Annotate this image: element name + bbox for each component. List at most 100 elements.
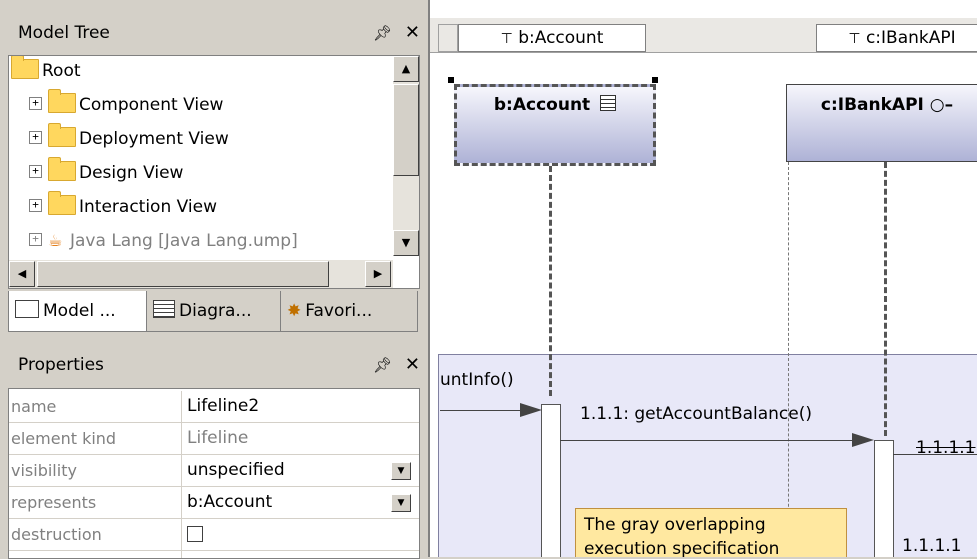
tree-item-design-view[interactable]: + Design View [29,157,184,188]
tree-item-java-lang[interactable]: + ☕ Java Lang [Java Lang.ump] [29,226,298,256]
property-value: Lifeline [187,428,249,448]
selection-handle[interactable] [652,77,658,83]
property-value[interactable]: Lifeline2 [187,391,259,422]
lifeline-b-account-line [549,166,552,396]
tree-item-root[interactable]: Root [11,56,81,86]
message-label[interactable]: 1.1.1.1 [916,438,975,458]
lifeline-icon: ⊤ [848,31,861,47]
execution-specification-b-account[interactable] [541,404,561,557]
property-key: represents [11,487,182,518]
expand-icon[interactable]: + [29,164,42,178]
scroll-thumb[interactable] [393,84,419,176]
tab-diagram-tree[interactable]: Diagra... [146,291,286,332]
message-arrowhead-icon [520,403,542,417]
message-label[interactable]: 1.1.1.1 [902,536,961,556]
lifeline-label: c:IBankAPI [820,95,924,115]
java-package-icon: ☕ [48,231,63,250]
gray-execution-boundary [788,162,789,557]
dropdown-arrow-icon[interactable]: ▼ [391,462,411,480]
property-key [11,551,182,558]
header-tab-c-ibankapi[interactable]: ⊤ c:IBankAPI [816,24,977,52]
message-line[interactable] [893,454,977,455]
tree-horizontal-scrollbar[interactable]: ◀ ▶ [9,260,393,288]
properties-title: Properties [18,355,104,375]
header-tab-label: c:IBankAPI [865,28,956,48]
expand-icon[interactable]: + [29,232,42,246]
scroll-up-icon[interactable]: ▲ [393,56,419,82]
scroll-down-icon[interactable]: ▼ [393,230,419,256]
header-spacer [438,24,458,52]
header-tab-label: b:Account [518,28,604,48]
property-row-element-kind: element kind Lifeline [9,423,419,455]
tree-item-label: Deployment View [79,129,229,149]
close-icon[interactable]: ✕ [405,350,420,380]
property-key: element kind [11,423,182,454]
lifeline-label: b:Account [493,95,591,115]
tree-item-label: Interaction View [79,197,217,217]
diagram-tree-icon [153,300,175,318]
execution-specification-c-ibankapi[interactable] [874,440,894,557]
sequence-diagram-canvas[interactable]: ⊤ b:Account ⊤ c:IBankAPI b:Account c:IBa… [428,0,977,557]
property-row-represents[interactable]: represents b:Account ▼ [9,487,419,519]
expand-icon[interactable]: + [29,198,42,212]
tree-item-label: Component View [79,95,224,115]
property-key: destruction [11,519,182,550]
tree-item-interaction-view[interactable]: + Interaction View [29,191,217,222]
property-row-destruction[interactable]: destruction [9,519,419,551]
scroll-right-icon[interactable]: ▶ [365,261,391,287]
selection-handle[interactable] [448,77,454,83]
message-arrowhead-icon [852,433,874,447]
folder-icon [48,191,76,215]
tree-item-label: Root [42,61,81,81]
tree-item-label: Java Lang [Java Lang.ump] [70,231,298,251]
scroll-thumb[interactable] [37,261,329,287]
folder-icon [48,157,76,181]
left-panel: Model Tree 📌︎ ✕ Root + Component View + De… [0,0,426,559]
message-line[interactable] [560,440,860,441]
property-value[interactable]: b:Account [187,487,272,518]
favorites-icon: ✸ [287,301,302,321]
model-tree-tabs: Model ... Diagra... ✸ Favori... [8,291,418,335]
property-key: visibility [11,455,182,486]
pin-icon[interactable]: 📌︎ [373,18,392,48]
header-tab-b-account[interactable]: ⊤ b:Account [458,24,646,52]
model-tree-titlebar: Model Tree 📌︎ ✕ [8,18,426,48]
message-label[interactable]: untInfo() [440,370,514,390]
tree-item-deployment-view[interactable]: + Deployment View [29,123,229,154]
lifeline-icon: ⊤ [500,31,513,47]
model-tree-title: Model Tree [18,23,110,43]
tree-vertical-scrollbar[interactable]: ▲ ▼ [393,56,419,256]
lifeline-c-ibankapi-line [884,162,887,436]
lifeline-c-ibankapi[interactable]: c:IBankAPI ○– [786,84,977,162]
destruction-checkbox[interactable] [187,526,203,542]
close-icon[interactable]: ✕ [405,18,420,48]
expand-icon[interactable]: + [29,130,42,144]
model-tree: Root + Component View + Deployment View + D… [8,55,420,289]
folder-icon [48,123,76,147]
message-label[interactable]: 1.1.1: getAccountBalance() [580,404,812,424]
properties-grid: name Lifeline2 element kind Lifeline vis… [8,388,420,559]
lifeline-b-account[interactable]: b:Account [454,84,656,166]
comment-note[interactable]: The gray overlapping execution specifica… [575,508,847,557]
folder-icon [48,89,76,113]
tab-model-tree[interactable]: Model ... [8,291,152,332]
tree-item-label: Design View [79,163,184,183]
property-row-name[interactable]: name Lifeline2 [9,391,419,423]
dropdown-arrow-icon[interactable]: ▼ [391,494,411,512]
expand-icon[interactable]: + [29,96,42,110]
property-key: name [11,391,182,422]
scroll-left-icon[interactable]: ◀ [9,261,35,287]
tab-favorites[interactable]: ✸ Favori... [280,291,418,332]
pin-icon[interactable]: 📌︎ [373,350,392,380]
tree-item-component-view[interactable]: + Component View [29,89,224,120]
tab-label: Favori... [305,301,373,321]
properties-titlebar: Properties 📌︎ ✕ [8,350,426,380]
folder-icon [11,56,39,79]
collapse-compartment-icon[interactable] [600,95,617,111]
tab-label: Diagra... [179,301,252,321]
message-line[interactable] [440,410,530,411]
folder-outline-icon [15,300,39,318]
property-row-visibility[interactable]: visibility unspecified ▼ [9,455,419,487]
property-value[interactable]: unspecified [187,455,285,486]
lifeline-header-bar: ⊤ b:Account ⊤ c:IBankAPI [430,18,977,53]
